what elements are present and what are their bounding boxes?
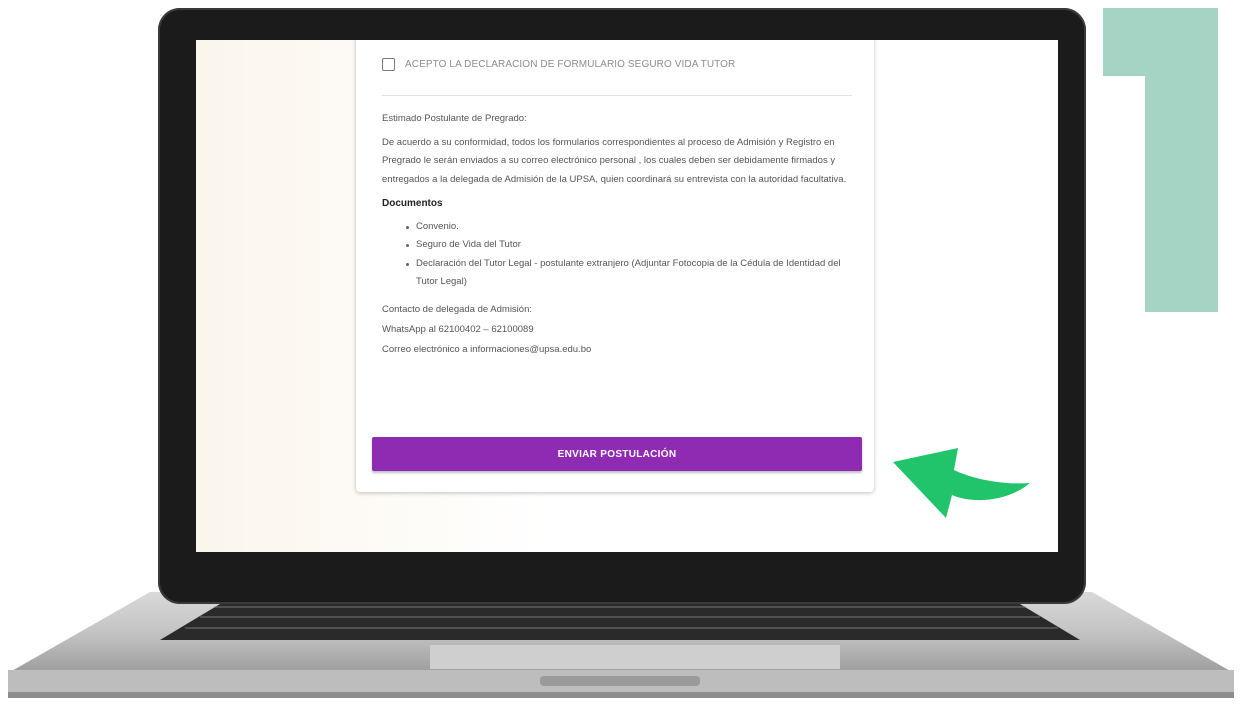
curved-arrow-icon: [893, 448, 1030, 518]
